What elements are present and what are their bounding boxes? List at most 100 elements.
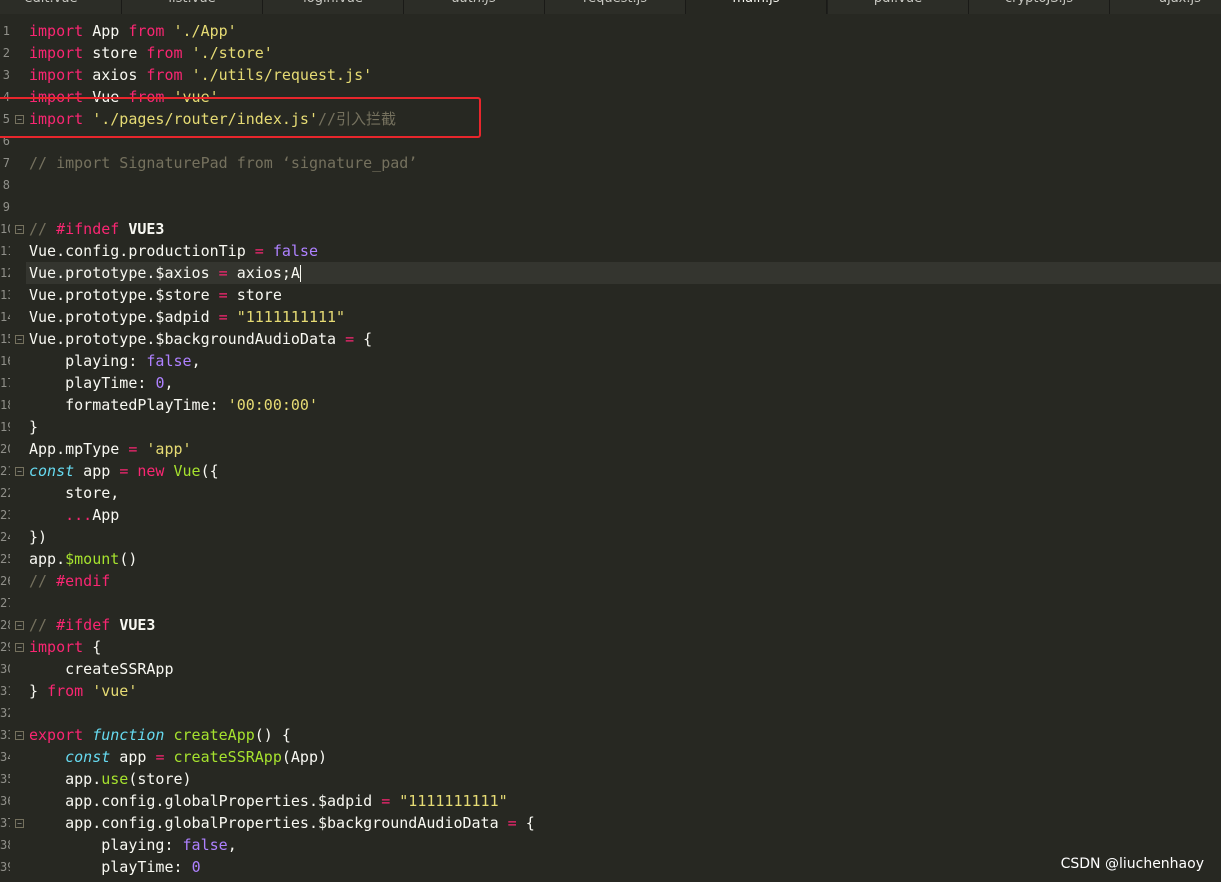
code-token: #ifndef	[56, 220, 120, 238]
code-line[interactable]: app.$mount()	[29, 548, 137, 570]
code-token: app.	[29, 550, 66, 568]
fold-toggle-icon[interactable]: −	[15, 225, 24, 234]
code-token: '00:00:00'	[227, 396, 318, 414]
code-token: app.	[29, 770, 102, 788]
code-token: false	[146, 352, 192, 370]
code-line[interactable]: app.config.globalProperties.$backgroundA…	[29, 812, 535, 834]
code-token: function	[92, 726, 165, 744]
line-number: 33	[0, 728, 10, 742]
tab-login-vue[interactable]: login.vue	[263, 0, 404, 14]
code-line[interactable]: import {	[29, 636, 101, 658]
tab-main-js[interactable]: main.js	[686, 0, 827, 14]
code-token: from	[146, 66, 183, 84]
code-line[interactable]: // #endif	[29, 570, 110, 592]
code-token: {	[354, 330, 373, 348]
code-token: 'vue'	[92, 682, 138, 700]
code-line[interactable]: } from 'vue'	[29, 680, 137, 702]
code-token: app	[110, 748, 156, 766]
code-line[interactable]: App.mpType = 'app'	[29, 438, 192, 460]
tab-ajax-js[interactable]: ajax.js	[1110, 0, 1221, 14]
tab-pdf-vue[interactable]: pdf.vue	[828, 0, 969, 14]
line-number: 18	[0, 398, 10, 412]
line-number: 38	[0, 838, 10, 852]
fold-toggle-icon[interactable]: −	[15, 819, 24, 828]
line-number: 7	[2, 156, 10, 170]
tab-auth-js[interactable]: auth.js	[404, 0, 545, 14]
code-line[interactable]: const app = createSSRApp(App)	[29, 746, 327, 768]
code-line[interactable]: // #ifndef VUE3	[29, 218, 164, 240]
watermark: CSDN @liuchenhaoy	[1060, 856, 1204, 872]
tab-cryptojs-js[interactable]: cryptoJS.js	[969, 0, 1110, 14]
code-line[interactable]: Vue.prototype.$backgroundAudioData = {	[29, 328, 372, 350]
code-line[interactable]: playTime: 0	[29, 856, 201, 878]
code-line[interactable]: // import SignaturePad from ‘signature_p…	[29, 152, 417, 174]
code-token: import	[29, 44, 84, 62]
tab-edit-vue[interactable]: edit.vue	[0, 0, 122, 14]
code-line[interactable]: import store from './store'	[29, 42, 273, 64]
code-token: Vue.prototype.$axios	[29, 264, 219, 282]
code-line[interactable]: playing: false,	[29, 834, 236, 856]
code-token: const	[65, 748, 111, 766]
code-line[interactable]: })	[29, 526, 47, 548]
code-line[interactable]: ...App	[29, 504, 119, 526]
code-line[interactable]: formatedPlayTime: '00:00:00'	[29, 394, 318, 416]
fold-toggle-icon[interactable]: −	[15, 467, 24, 476]
code-line[interactable]: import axios from './utils/request.js'	[29, 64, 372, 86]
fold-toggle-icon[interactable]: −	[15, 643, 24, 652]
code-token: ...	[65, 506, 93, 524]
code-token: =	[218, 286, 228, 304]
code-line[interactable]: Vue.prototype.$axios = axios;A	[29, 262, 301, 284]
tab-list-vue[interactable]: list.vue	[122, 0, 263, 14]
code-token: from	[146, 44, 183, 62]
code-token: }	[29, 418, 39, 436]
code-token: (store)	[128, 770, 192, 788]
code-token: //	[29, 572, 57, 590]
code-line[interactable]: export function createApp() {	[29, 724, 291, 746]
code-token: 'app'	[146, 440, 192, 458]
text-cursor	[299, 265, 301, 282]
code-line[interactable]: import App from './App'	[29, 20, 237, 42]
code-token: =	[381, 792, 391, 810]
code-line[interactable]: Vue.prototype.$adpid = "1111111111"	[29, 306, 345, 328]
line-number: 24	[0, 530, 10, 544]
code-token: app.config.globalProperties.$backgroundA…	[29, 814, 508, 832]
code-line[interactable]: app.use(store)	[29, 768, 192, 790]
tab-label: list.vue	[122, 0, 262, 5]
code-line[interactable]: app.config.globalProperties.$adpid = "11…	[29, 790, 508, 812]
line-number: 10	[0, 222, 10, 236]
code-line[interactable]: createSSRApp	[29, 658, 173, 680]
fold-toggle-icon[interactable]: −	[15, 731, 24, 740]
tab-bar: edit.vuelist.vuelogin.vueauth.jsrequest.…	[0, 0, 1221, 14]
code-line[interactable]: Vue.prototype.$store = store	[29, 284, 282, 306]
code-token: Vue.prototype.$adpid	[29, 308, 219, 326]
code-line[interactable]: store,	[29, 482, 119, 504]
code-line[interactable]: playing: false,	[29, 350, 200, 372]
code-token: "1111111111"	[236, 308, 346, 326]
code-line[interactable]: playTime: 0,	[29, 372, 173, 394]
code-token: 0	[191, 858, 201, 876]
code-token: playTime:	[29, 374, 156, 392]
code-token: Vue.prototype.$backgroundAudioData	[29, 330, 346, 348]
tab-label: cryptoJS.js	[969, 0, 1109, 5]
tab-request-js[interactable]: request.js	[545, 0, 686, 14]
fold-toggle-icon[interactable]: −	[15, 621, 24, 630]
line-number: 1	[2, 24, 10, 38]
code-token: VUE3	[128, 220, 165, 238]
line-number: 36	[0, 794, 10, 808]
code-line[interactable]: const app = new Vue({	[29, 460, 219, 482]
fold-toggle-icon[interactable]: −	[15, 335, 24, 344]
code-token: export	[29, 726, 84, 744]
code-token: app	[74, 462, 120, 480]
code-editor[interactable]: 12345−678910−1112131415−161718192021−222…	[0, 14, 1221, 882]
tab-label: ajax.js	[1110, 0, 1221, 5]
code-line[interactable]: // #ifdef VUE3	[29, 614, 155, 636]
code-line[interactable]: }	[29, 416, 38, 438]
line-number: 26	[0, 574, 10, 588]
code-line[interactable]: Vue.config.productionTip = false	[29, 240, 318, 262]
code-token: ({	[200, 462, 219, 480]
